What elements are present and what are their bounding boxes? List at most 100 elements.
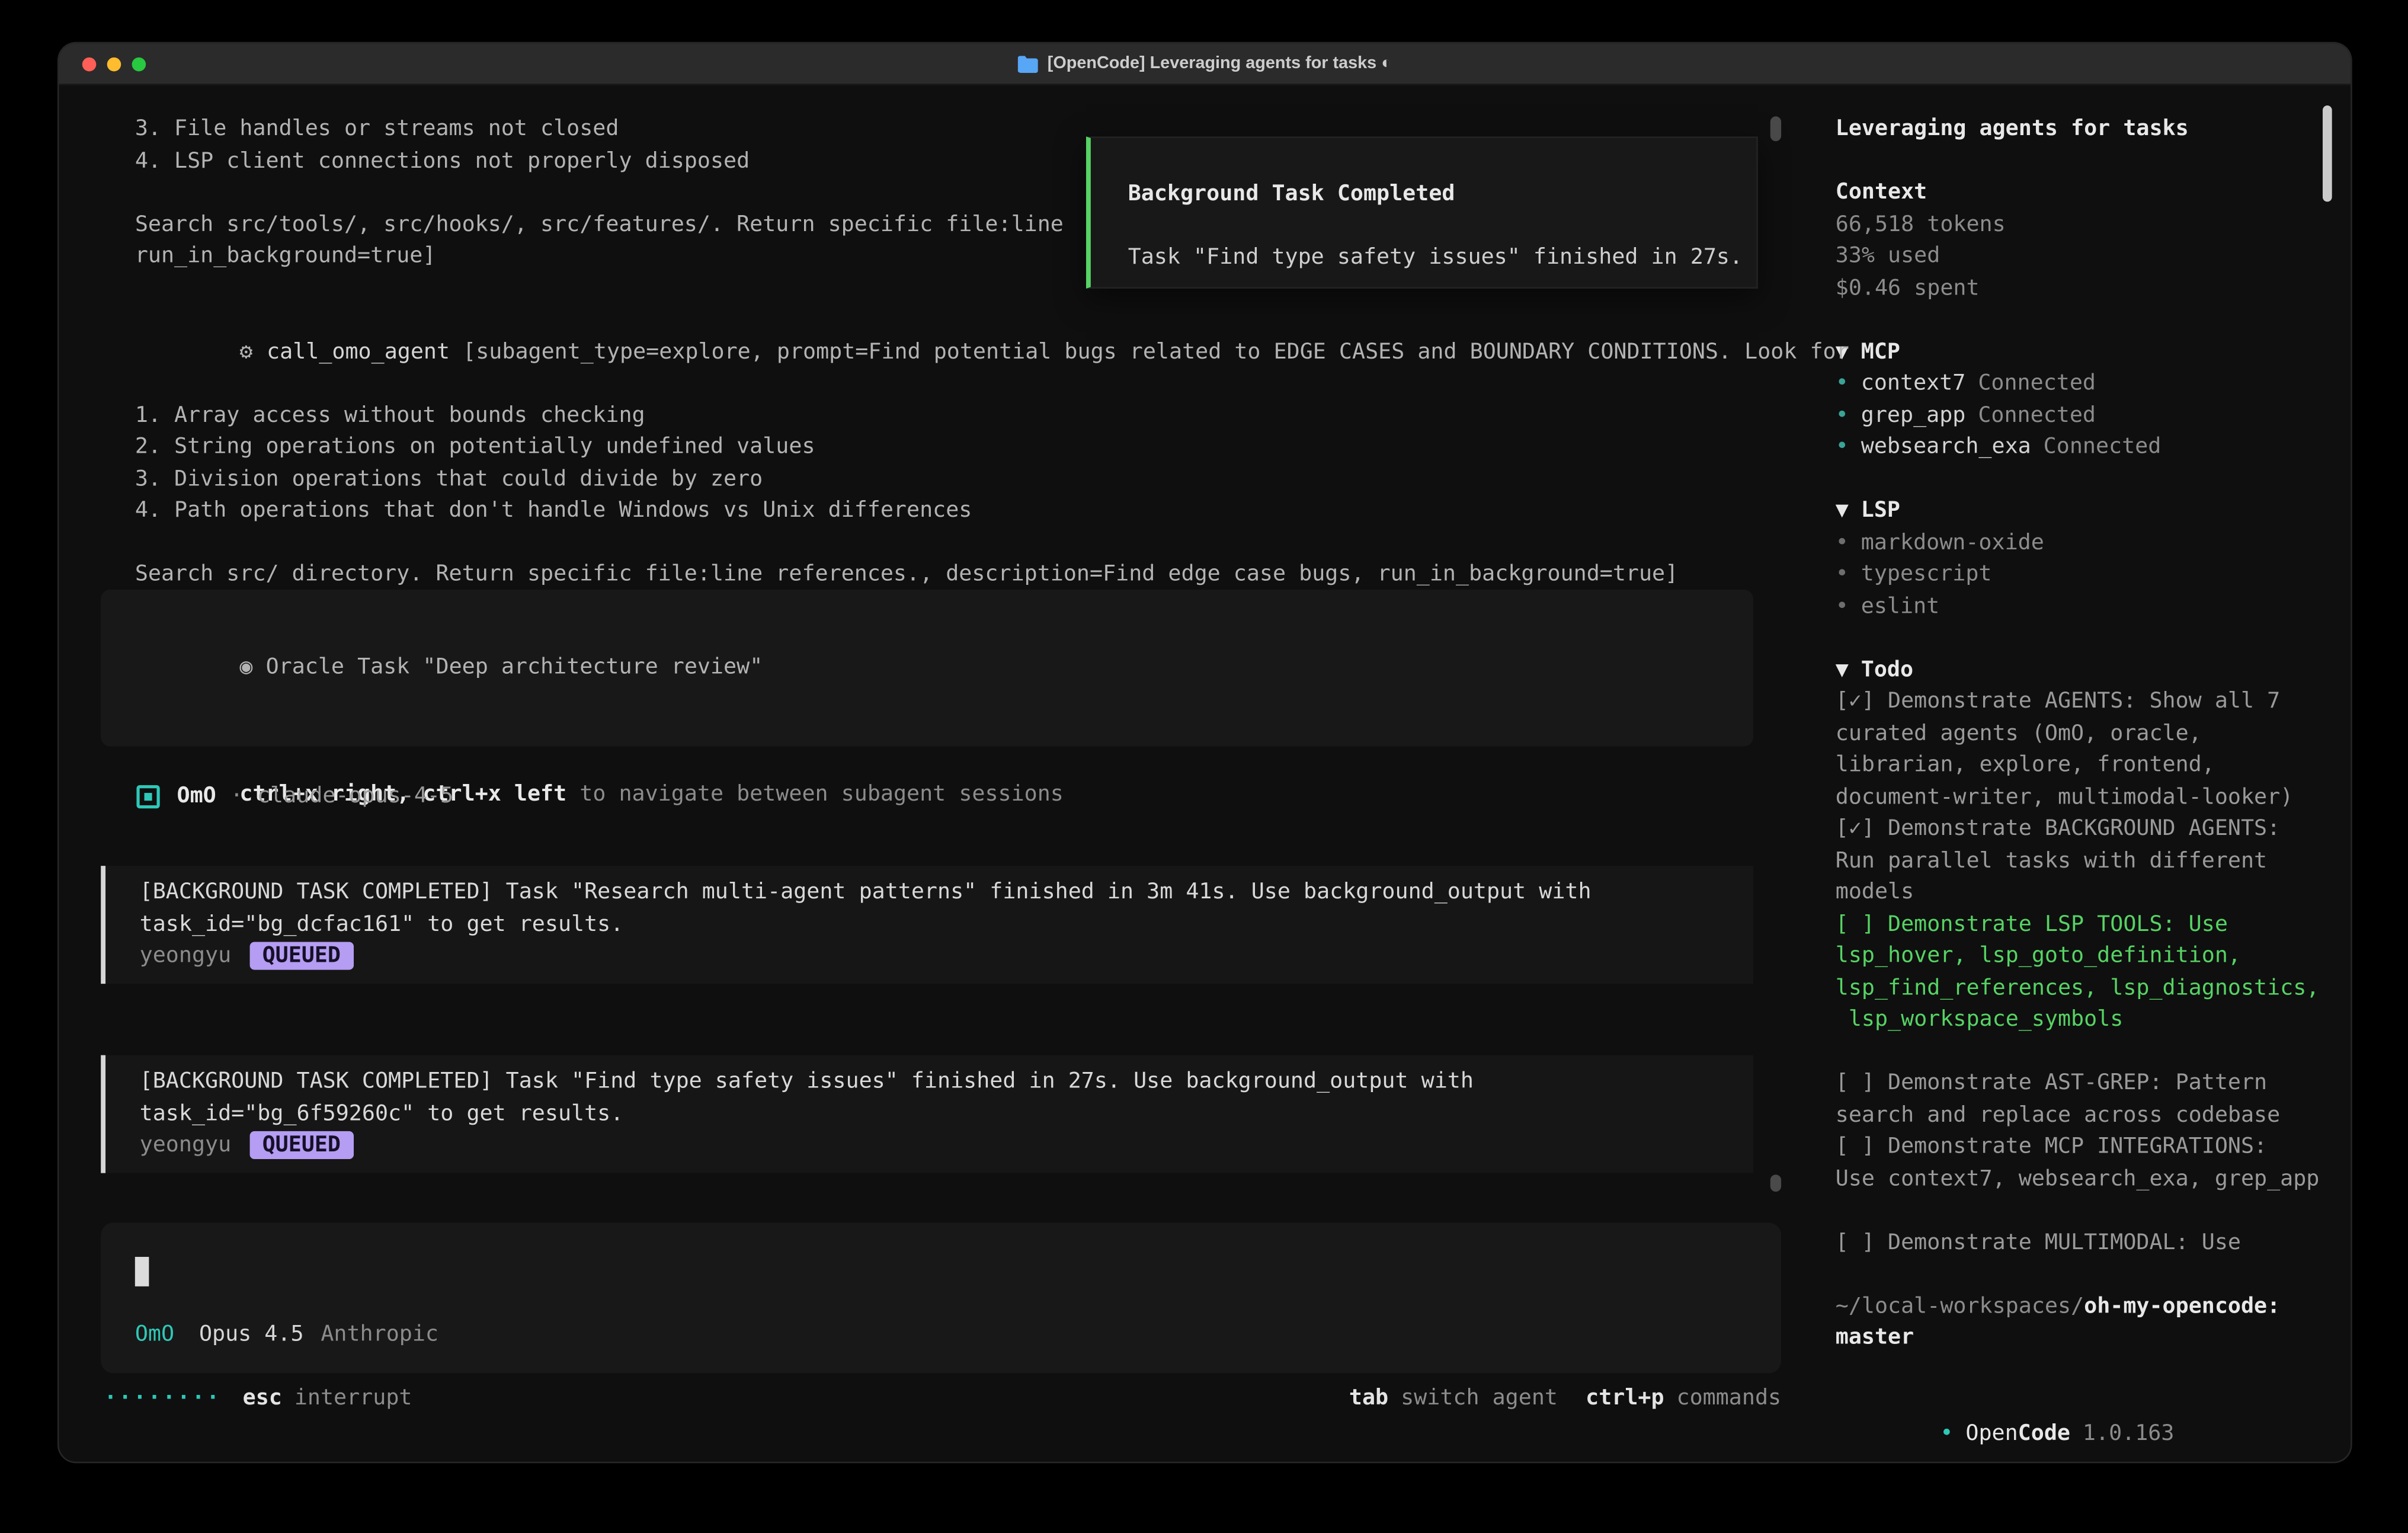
agent-name: OmO [177, 784, 216, 809]
todo-section-header[interactable]: ▼ Todo [1836, 654, 2326, 686]
status-right: tab switch agent ctrl+p commands [1349, 1386, 1781, 1411]
todo-item: [✓] Demonstrate BACKGROUND AGENTS: Run p… [1836, 813, 2326, 908]
context-spent: $0.46 spent [1836, 273, 2326, 305]
oracle-task-panel: ◉ Oracle Task "Deep architecture review"… [101, 590, 1753, 746]
toast-title: Background Task Completed [1128, 178, 1719, 210]
active-agent-label: OmO [135, 1323, 174, 1348]
close-button[interactable] [82, 57, 97, 71]
background-task-toast[interactable]: Background Task Completed Task "Find typ… [1086, 136, 1758, 289]
terminal-window: [OpenCode] Leveraging agents for tasks ◐… [59, 43, 2351, 1461]
omo-agent-icon [136, 785, 159, 808]
mcp-section-header[interactable]: ▼MCP [1836, 336, 2326, 368]
message-meta: yeongyu QUEUED [140, 1129, 1725, 1161]
lsp-item: • eslint [1836, 590, 2326, 622]
tab-key-hint: tab [1349, 1386, 1388, 1411]
window-title: [OpenCode] Leveraging agents for tasks ◐ [1048, 55, 1392, 73]
separator-dot: · [230, 784, 243, 809]
lsp-section-header[interactable]: ▼LSP [1836, 495, 2326, 527]
commands-hint: ctrl+p commands [1586, 1386, 1781, 1411]
message-text: [BACKGROUND TASK COMPLETED] Task "Resear… [140, 876, 1725, 940]
chevron-down-icon: ▼ [1836, 657, 1849, 682]
mcp-item: •grep_appConnected [1836, 399, 2326, 431]
mcp-name: context7 [1861, 371, 1966, 396]
spacer [1836, 463, 2326, 495]
log-line: 1. Array access without bounds checking [135, 399, 1749, 431]
bullet-icon: • [1836, 403, 1849, 428]
oracle-task-line: ◉ Oracle Task "Deep architecture review" [135, 619, 1719, 715]
esc-key-label: interrupt [294, 1386, 412, 1411]
tab-key-label: switch agent [1401, 1386, 1558, 1411]
window-title-group: [OpenCode] Leveraging agents for tasks ◐ [1018, 55, 1392, 73]
text-cursor [135, 1257, 149, 1286]
main-scrollbar-thumb[interactable] [1770, 1174, 1781, 1192]
bullet-icon: • [1836, 562, 1849, 587]
record-icon: ◉ [239, 654, 252, 679]
lsp-item: • typescript [1836, 559, 2326, 591]
tool-call-line: ⚙call_omo_agent [subagent_type=explore, … [135, 304, 1749, 399]
spinner-icon: ········ [104, 1386, 221, 1411]
log-line: 3. Division operations that could divide… [135, 463, 1749, 495]
lsp-name: markdown-oxide [1861, 530, 2044, 555]
zoom-button[interactable] [132, 57, 146, 71]
tool-call-args: [subagent_type=explore, prompt=Find pote… [450, 339, 1849, 364]
workspace-branch: master [1836, 1322, 2326, 1354]
app-name-second: Code [2018, 1420, 2070, 1445]
tool-call-name: call_omo_agent [267, 339, 450, 364]
gear-icon: ⚙ [239, 339, 252, 364]
message-meta: yeongyu QUEUED [140, 940, 1725, 972]
queued-status-badge: QUEUED [250, 1132, 353, 1160]
mcp-status: Connected [2044, 434, 2162, 459]
mcp-item: •websearch_exaConnected [1836, 431, 2326, 463]
lsp-name: eslint [1861, 594, 1939, 619]
spacer [1836, 1195, 2326, 1227]
status-left: ········ esc interrupt [104, 1386, 412, 1411]
model-provider-label: Anthropic [321, 1323, 438, 1348]
todo-item: [ ] Demonstrate AST-GREP: Pattern search… [1836, 1068, 2326, 1131]
agent-model: claude-opus-4-5 [257, 784, 453, 809]
lsp-heading-label: LSP [1861, 498, 1900, 523]
queued-status-badge: QUEUED [250, 942, 353, 970]
spacer [135, 715, 1719, 747]
app-name-first: Open [1965, 1420, 2018, 1445]
spacer [1836, 1259, 2326, 1291]
message-block: [BACKGROUND TASK COMPLETED] Task "Resear… [101, 866, 1753, 983]
sidebar-scrollbar-thumb[interactable] [2323, 105, 2332, 201]
oracle-hint-text: to navigate between subagent sessions [566, 781, 1064, 806]
spacer [1836, 1036, 2326, 1068]
message-author: yeongyu [140, 1133, 232, 1158]
bullet-icon: • [1836, 434, 1849, 459]
mcp-item: •context7Connected [1836, 368, 2326, 400]
mcp-name: grep_app [1861, 403, 1966, 428]
app-version-line: •OpenCode1.0.163 [1836, 1385, 2326, 1461]
log-line: 4. Path operations that don't handle Win… [135, 495, 1749, 527]
bullet-icon: • [1940, 1420, 1953, 1445]
folder-icon [1018, 55, 1038, 72]
bullet-icon: • [1836, 594, 1849, 619]
traffic-lights [82, 43, 146, 84]
todo-item: [ ] Demonstrate MULTIMODAL: Use [1836, 1227, 2326, 1259]
status-bar: ········ esc interrupt tab switch agent … [104, 1382, 1781, 1414]
window-titlebar[interactable]: [OpenCode] Leveraging agents for tasks ◐ [59, 43, 2351, 85]
todo-heading-label: Todo [1861, 657, 1913, 682]
main-scrollbar-thumb[interactable] [1770, 116, 1781, 141]
ctrlp-key-hint: ctrl+p [1586, 1386, 1664, 1411]
log-line: 2. String operations on potentially unde… [135, 431, 1749, 463]
ctrlp-key-label: commands [1677, 1386, 1782, 1411]
context-heading: Context [1836, 177, 2326, 209]
spacer [1836, 145, 2326, 177]
mcp-heading-label: MCP [1861, 339, 1900, 364]
message-text: [BACKGROUND TASK COMPLETED] Task "Find t… [140, 1066, 1725, 1129]
oracle-task-label: Oracle Task "Deep architecture review" [252, 654, 763, 679]
minimize-button[interactable] [107, 57, 121, 71]
prompt-input[interactable]: OmO Opus 4.5 Anthropic [101, 1222, 1781, 1373]
lsp-name: typescript [1861, 562, 1992, 587]
session-title: Leveraging agents for tasks [1836, 113, 2326, 145]
toast-body: Task "Find type safety issues" finished … [1128, 242, 1719, 274]
spacer [1836, 622, 2326, 654]
spacer [135, 527, 1749, 559]
spacer [1836, 1354, 2326, 1386]
mcp-status: Connected [1978, 371, 2096, 396]
lsp-item: •markdown-oxide [1836, 527, 2326, 559]
workspace-path: ~/local-workspaces/oh-my-opencode: [1836, 1290, 2326, 1322]
esc-key-hint: esc [243, 1386, 282, 1411]
